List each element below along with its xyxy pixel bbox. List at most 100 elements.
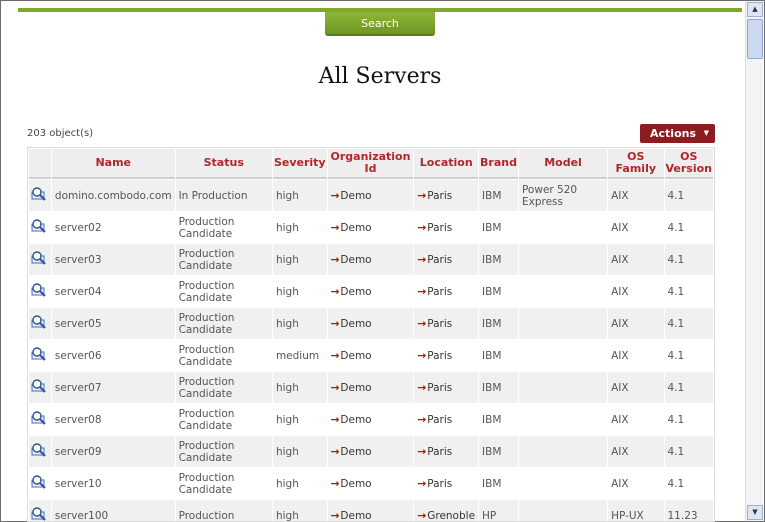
cell-location[interactable]: →Paris bbox=[414, 244, 479, 275]
cell-location[interactable]: →Paris bbox=[414, 436, 479, 467]
cell-name[interactable]: domino.combodo.com bbox=[51, 180, 175, 211]
organization-link[interactable]: Demo bbox=[340, 318, 371, 330]
magnifier-icon[interactable] bbox=[31, 186, 47, 202]
organization-link[interactable]: Demo bbox=[340, 382, 371, 394]
row-icon-cell[interactable] bbox=[29, 468, 51, 499]
location-link[interactable]: Paris bbox=[427, 254, 452, 266]
cell-organization[interactable]: →Demo bbox=[327, 180, 414, 211]
row-icon-cell[interactable] bbox=[29, 244, 51, 275]
cell-organization[interactable]: →Demo bbox=[327, 212, 414, 243]
location-link[interactable]: Paris bbox=[427, 222, 452, 234]
row-icon-cell[interactable] bbox=[29, 276, 51, 307]
cell-organization[interactable]: →Demo bbox=[327, 500, 414, 522]
table-row[interactable]: server06 Production Candidate medium →Demo →… bbox=[29, 340, 713, 371]
cell-name[interactable]: server02 bbox=[51, 212, 175, 243]
search-button[interactable]: Search bbox=[325, 12, 435, 36]
cell-location[interactable]: →Paris bbox=[414, 308, 479, 339]
cell-location[interactable]: →Paris bbox=[414, 468, 479, 499]
organization-link[interactable]: Demo bbox=[340, 190, 371, 202]
row-icon-cell[interactable] bbox=[29, 372, 51, 403]
cell-name[interactable]: server05 bbox=[51, 308, 175, 339]
location-link[interactable]: Paris bbox=[427, 350, 452, 362]
organization-link[interactable]: Demo bbox=[340, 254, 371, 266]
location-link[interactable]: Paris bbox=[427, 414, 452, 426]
location-link[interactable]: Paris bbox=[427, 318, 452, 330]
organization-link[interactable]: Demo bbox=[340, 478, 371, 490]
table-row[interactable]: domino.combodo.com In Production high →Demo… bbox=[29, 180, 713, 211]
row-icon-cell[interactable] bbox=[29, 180, 51, 211]
header-name[interactable]: Name bbox=[51, 149, 175, 179]
actions-menu-button[interactable]: Actions ▼ bbox=[640, 124, 715, 143]
table-row[interactable]: server08 Production Candidate high →Demo →Pa… bbox=[29, 404, 713, 435]
magnifier-icon[interactable] bbox=[31, 442, 47, 458]
magnifier-icon[interactable] bbox=[31, 346, 47, 362]
cell-name[interactable]: server06 bbox=[51, 340, 175, 371]
location-link[interactable]: Grenoble bbox=[427, 510, 475, 522]
table-row[interactable]: server100 Production high →Demo →Grenoble HP H… bbox=[29, 500, 713, 522]
table-row[interactable]: server10 Production Candidate high →Demo →Pa… bbox=[29, 468, 713, 499]
cell-location[interactable]: →Paris bbox=[414, 180, 479, 211]
magnifier-icon[interactable] bbox=[31, 250, 47, 266]
cell-name[interactable]: server07 bbox=[51, 372, 175, 403]
cell-name[interactable]: server09 bbox=[51, 436, 175, 467]
cell-location[interactable]: →Paris bbox=[414, 340, 479, 371]
cell-organization[interactable]: →Demo bbox=[327, 308, 414, 339]
cell-organization[interactable]: →Demo bbox=[327, 372, 414, 403]
table-row[interactable]: server07 Production Candidate high →Demo →Pa… bbox=[29, 372, 713, 403]
organization-link[interactable]: Demo bbox=[340, 414, 371, 426]
header-os-version[interactable]: OS Version bbox=[664, 149, 713, 179]
cell-organization[interactable]: →Demo bbox=[327, 436, 414, 467]
header-location[interactable]: Location bbox=[414, 149, 479, 179]
header-model[interactable]: Model bbox=[518, 149, 608, 179]
cell-name[interactable]: server08 bbox=[51, 404, 175, 435]
table-row[interactable]: server03 Production Candidate high →Demo →Pa… bbox=[29, 244, 713, 275]
row-icon-cell[interactable] bbox=[29, 308, 51, 339]
organization-link[interactable]: Demo bbox=[340, 446, 371, 458]
cell-organization[interactable]: →Demo bbox=[327, 340, 414, 371]
scroll-thumb[interactable] bbox=[747, 19, 763, 59]
scroll-up-button[interactable]: ▲ bbox=[747, 2, 763, 17]
organization-link[interactable]: Demo bbox=[340, 286, 371, 298]
vertical-scrollbar[interactable]: ▲ ▼ bbox=[745, 1, 763, 521]
cell-name[interactable]: server100 bbox=[51, 500, 175, 521]
location-link[interactable]: Paris bbox=[427, 190, 452, 202]
table-row[interactable]: server05 Production Candidate high →Demo →Pa… bbox=[29, 308, 713, 339]
row-icon-cell[interactable] bbox=[29, 500, 51, 521]
header-organization-id[interactable]: Organization Id bbox=[327, 149, 414, 179]
cell-location[interactable]: →Paris bbox=[414, 404, 479, 435]
header-status[interactable]: Status bbox=[175, 149, 272, 179]
cell-organization[interactable]: →Demo bbox=[327, 244, 414, 275]
cell-location[interactable]: →Grenoble bbox=[414, 500, 479, 522]
organization-link[interactable]: Demo bbox=[340, 350, 371, 362]
cell-organization[interactable]: →Demo bbox=[327, 468, 414, 499]
magnifier-icon[interactable] bbox=[31, 410, 47, 426]
location-link[interactable]: Paris bbox=[427, 478, 452, 490]
table-row[interactable]: server04 Production Candidate high →Demo →Pa… bbox=[29, 276, 713, 307]
cell-name[interactable]: server03 bbox=[51, 244, 175, 275]
cell-location[interactable]: →Paris bbox=[414, 212, 479, 243]
cell-location[interactable]: →Paris bbox=[414, 372, 479, 403]
row-icon-cell[interactable] bbox=[29, 436, 51, 467]
cell-location[interactable]: →Paris bbox=[414, 276, 479, 307]
cell-name[interactable]: server10 bbox=[51, 468, 175, 499]
row-icon-cell[interactable] bbox=[29, 212, 51, 243]
magnifier-icon[interactable] bbox=[31, 506, 47, 521]
organization-link[interactable]: Demo bbox=[340, 222, 371, 234]
table-row[interactable]: server02 Production Candidate high →Demo →Pa… bbox=[29, 212, 713, 243]
scroll-down-button[interactable]: ▼ bbox=[747, 505, 763, 520]
magnifier-icon[interactable] bbox=[31, 218, 47, 234]
table-row[interactable]: server09 Production Candidate high →Demo →Pa… bbox=[29, 436, 713, 467]
location-link[interactable]: Paris bbox=[427, 286, 452, 298]
magnifier-icon[interactable] bbox=[31, 474, 47, 490]
header-os-family[interactable]: OS Family bbox=[608, 149, 664, 179]
location-link[interactable]: Paris bbox=[427, 382, 452, 394]
organization-link[interactable]: Demo bbox=[340, 510, 371, 522]
row-icon-cell[interactable] bbox=[29, 340, 51, 371]
magnifier-icon[interactable] bbox=[31, 314, 47, 330]
row-icon-cell[interactable] bbox=[29, 404, 51, 435]
cell-organization[interactable]: →Demo bbox=[327, 404, 414, 435]
header-brand[interactable]: Brand bbox=[479, 149, 518, 179]
magnifier-icon[interactable] bbox=[31, 378, 47, 394]
cell-name[interactable]: server04 bbox=[51, 276, 175, 307]
cell-organization[interactable]: →Demo bbox=[327, 276, 414, 307]
